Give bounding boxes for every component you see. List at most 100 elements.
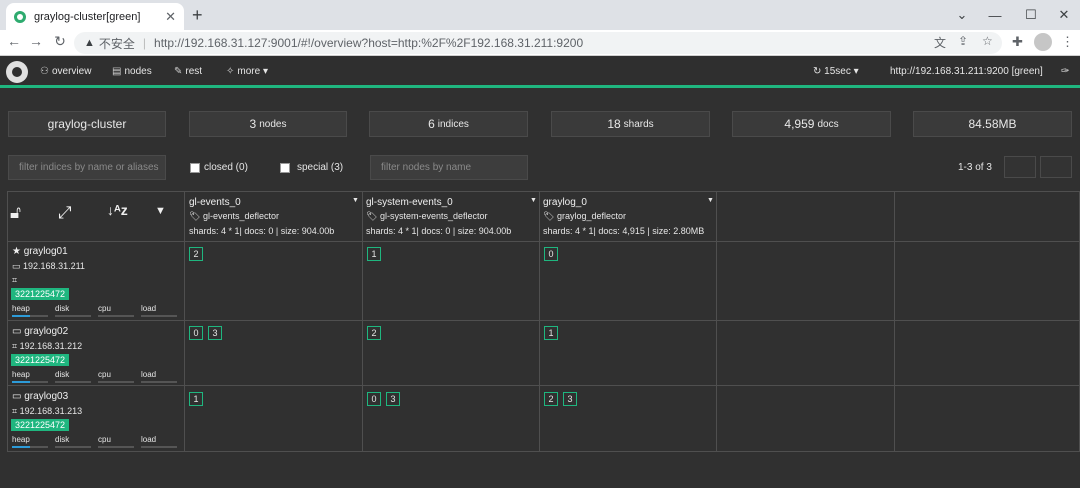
- shard-box[interactable]: 2: [544, 392, 558, 406]
- load-bar: [141, 381, 177, 383]
- browser-tab[interactable]: graylog-cluster[green] ✕: [6, 3, 184, 30]
- maximize-icon[interactable]: ☐: [1013, 0, 1049, 30]
- sort-az-icon[interactable]: ↓ᴬz: [107, 202, 128, 218]
- unlock-icon[interactable]: 🔓︎: [10, 203, 21, 223]
- node-name[interactable]: ▭ graylog03: [12, 391, 68, 402]
- browser-tabstrip: graylog-cluster[green] ✕ + ⌄ — ☐ ✕: [0, 0, 1080, 30]
- shards-stat: 18 shards: [551, 111, 710, 137]
- caret-down-icon: ▾: [262, 66, 268, 77]
- index-name[interactable]: gl-system-events_0: [366, 197, 453, 208]
- shards-stat-label: shards: [623, 118, 654, 130]
- tag-icon: 🏷︎: [189, 211, 201, 221]
- size-value: 84.58MB: [968, 117, 1017, 131]
- caret-down-icon[interactable]: ▼: [155, 205, 166, 217]
- caret-down-icon[interactable]: ▼: [352, 197, 359, 204]
- shard-box[interactable]: 1: [544, 326, 558, 340]
- caret-down-icon: ▾: [853, 66, 859, 77]
- shard-box[interactable]: 0: [189, 326, 203, 340]
- shard-box[interactable]: 1: [367, 247, 381, 261]
- profile-avatar[interactable]: [1034, 33, 1052, 51]
- cerebro-logo[interactable]: [6, 61, 28, 83]
- server-icon: ▤: [112, 66, 122, 77]
- reload-icon[interactable]: ↻: [50, 33, 70, 50]
- shard-box[interactable]: 3: [386, 392, 400, 406]
- caret-down-icon[interactable]: ▼: [530, 197, 537, 204]
- star-icon[interactable]: ☆: [982, 34, 993, 48]
- alias-text: gl-events_deflector: [202, 211, 279, 221]
- hdd-icon: ▭: [12, 326, 22, 337]
- shard-box[interactable]: 0: [367, 392, 381, 406]
- shard-box[interactable]: 0: [544, 247, 558, 261]
- disk-bar: [55, 315, 91, 317]
- window-close-icon[interactable]: ✕: [1046, 0, 1080, 30]
- shard-box[interactable]: 3: [208, 326, 222, 340]
- grid-divider: [716, 191, 717, 452]
- heap-bar: [12, 446, 48, 448]
- pager-next-button[interactable]: [1040, 156, 1072, 178]
- indices-filter-input[interactable]: filter indices by name or aliases: [8, 155, 166, 180]
- shard-box[interactable]: 3: [563, 392, 577, 406]
- node-name[interactable]: ▭ graylog02: [12, 326, 68, 337]
- tag-icon: 🏷︎: [543, 211, 555, 221]
- refresh-dropdown[interactable]: ↻ 15sec ▾: [813, 66, 859, 77]
- crop-icon: ⌗: [12, 406, 18, 416]
- translate-icon[interactable]: 文: [934, 34, 946, 51]
- node-name[interactable]: ★ graylog01: [12, 246, 68, 257]
- nav-more-label: more: [237, 66, 261, 77]
- nodes-stat-label: nodes: [259, 118, 287, 130]
- pager-text: 1-3 of 3: [958, 162, 992, 173]
- nav-nodes[interactable]: ▤ nodes: [112, 66, 152, 77]
- index-name[interactable]: gl-events_0: [189, 197, 241, 208]
- tab-title: graylog-cluster[green]: [34, 10, 141, 23]
- cpu-label: cpu: [98, 304, 111, 313]
- hdd-icon: ▭: [12, 391, 22, 402]
- docs-stat-label: docs: [817, 118, 839, 130]
- indices-stat-label: indices: [437, 118, 469, 130]
- menu-icon[interactable]: ⋮: [1061, 34, 1074, 50]
- heap-label: heap: [12, 370, 30, 379]
- nav-overview-label: overview: [51, 66, 92, 77]
- new-tab-icon[interactable]: +: [192, 5, 203, 26]
- disconnect-icon[interactable]: ✑: [1061, 66, 1069, 77]
- index-meta: shards: 4 * 1| docs: 0 | size: 904.00b: [189, 226, 335, 236]
- node-ip-text: 192.168.31.212: [19, 341, 83, 351]
- special-checkbox[interactable]: [280, 163, 290, 173]
- shard-box[interactable]: 1: [189, 392, 203, 406]
- nav-overview[interactable]: ⚇ overview: [40, 66, 91, 77]
- size-stat: 84.58MB: [913, 111, 1072, 137]
- index-alias: 🏷︎ gl-events_deflector: [189, 211, 279, 222]
- nodes-count: 3: [249, 117, 257, 131]
- node-name-text: graylog03: [24, 391, 69, 402]
- nav-more[interactable]: ✧ more ▾: [226, 66, 268, 77]
- share-icon[interactable]: ⇪: [958, 34, 968, 48]
- caret-down-icon[interactable]: ▼: [707, 197, 714, 204]
- shard-box[interactable]: 2: [189, 247, 203, 261]
- warning-icon: ▲: [84, 37, 95, 49]
- shard-box[interactable]: 2: [367, 326, 381, 340]
- disk-label: disk: [55, 435, 70, 444]
- expand-icon[interactable]: ⤢: [58, 203, 72, 223]
- closed-checkbox[interactable]: [190, 163, 200, 173]
- load-label: load: [141, 304, 157, 313]
- cerebro-favicon-icon: [14, 10, 26, 23]
- edit-icon: ✎: [174, 66, 183, 77]
- nodes-stat: 3 nodes: [189, 111, 347, 137]
- pager-prev-button[interactable]: [1004, 156, 1036, 178]
- node-name-text: graylog01: [23, 246, 68, 257]
- extensions-icon[interactable]: ✚: [1012, 34, 1023, 50]
- grid-divider: [362, 191, 363, 452]
- nav-rest[interactable]: ✎ rest: [174, 66, 202, 77]
- url-input[interactable]: ▲ 不安全 | http://192.168.31.127:9001/#!/ov…: [74, 32, 1002, 54]
- cpu-bar: [98, 381, 134, 383]
- heap-label: heap: [12, 304, 30, 313]
- close-icon[interactable]: ✕: [165, 9, 176, 25]
- nodes-filter-input[interactable]: filter nodes by name: [370, 155, 528, 180]
- minimize-icon[interactable]: —: [977, 0, 1013, 30]
- chevron-down-icon[interactable]: ⌄: [944, 0, 980, 30]
- cluster-name-box: graylog-cluster: [8, 111, 166, 137]
- forward-icon[interactable]: →: [26, 33, 46, 49]
- node-badge: 3221225472: [11, 354, 69, 366]
- index-name[interactable]: graylog_0: [543, 197, 587, 208]
- back-icon[interactable]: ←: [4, 33, 24, 49]
- cpu-label: cpu: [98, 435, 111, 444]
